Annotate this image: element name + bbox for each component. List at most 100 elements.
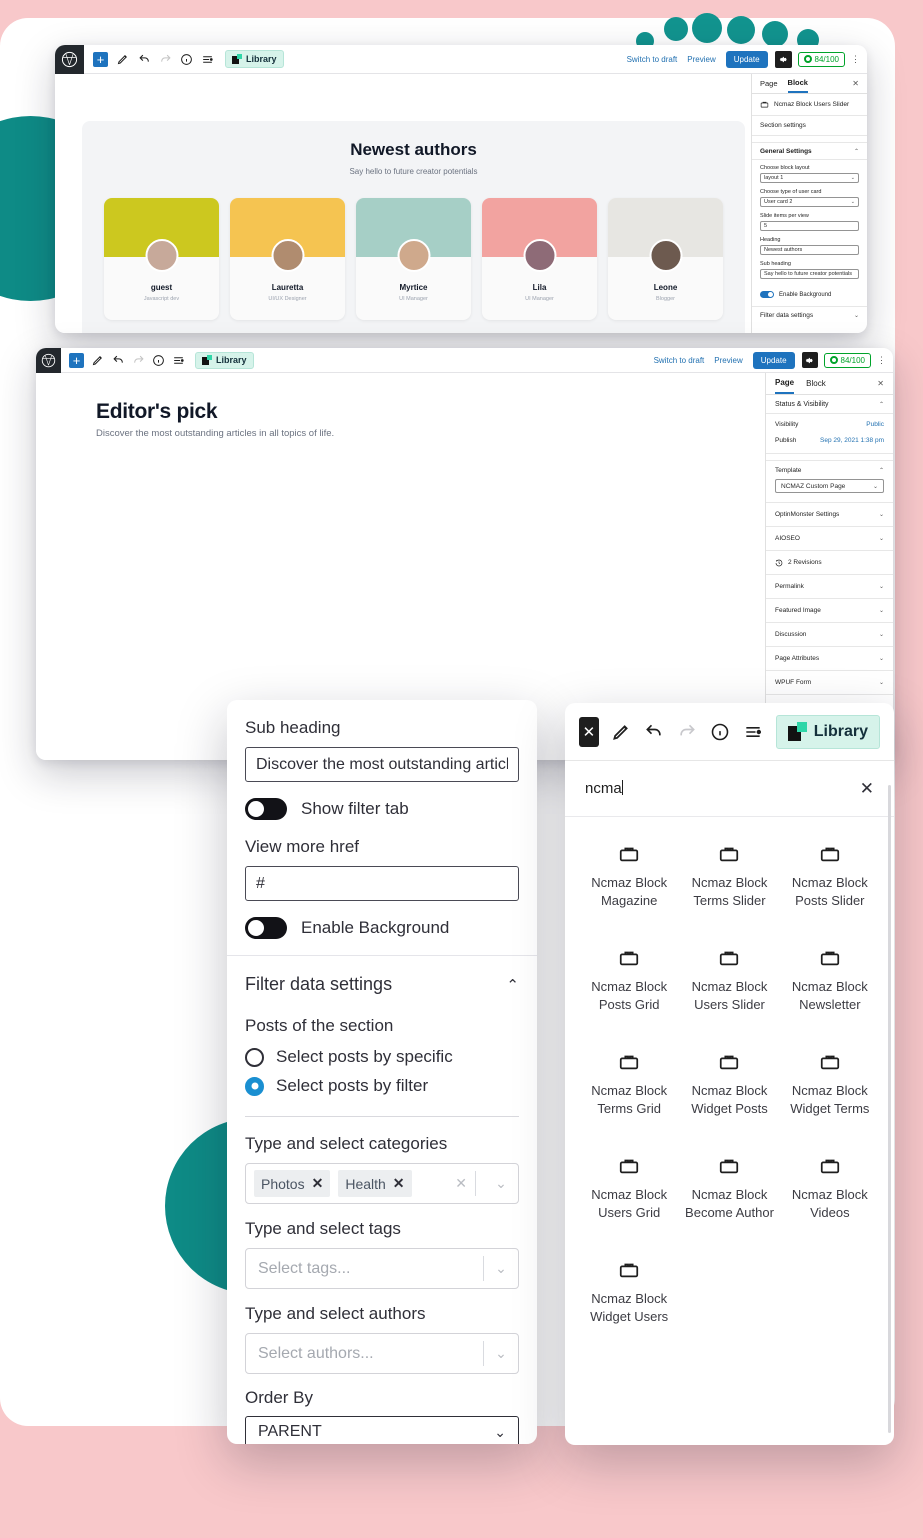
chevron-up-icon[interactable]: ⌃ xyxy=(879,467,884,474)
authors-multiselect[interactable]: Select authors... ⌄ xyxy=(245,1333,519,1374)
chevron-down-icon[interactable]: ⌄ xyxy=(484,1345,518,1362)
search-input[interactable]: ncma xyxy=(585,780,623,797)
block-result-item[interactable]: Ncmaz Block Posts Slider xyxy=(780,843,880,909)
clear-search-icon[interactable]: ✕ xyxy=(860,779,874,799)
template-row[interactable]: Template ⌃ xyxy=(766,460,893,479)
chevron-up-icon[interactable]: ⌃ xyxy=(506,976,519,994)
categories-multiselect[interactable]: Photos ✕ Health ✕ ✕ ⌄ xyxy=(245,1163,519,1204)
tab-block[interactable]: Block xyxy=(806,374,826,393)
author-card[interactable]: Myrtice UI Manager xyxy=(356,198,471,320)
view-more-href-input[interactable]: # xyxy=(245,866,519,901)
library-button[interactable]: Library xyxy=(775,714,880,749)
author-card[interactable]: Lila UI Manager xyxy=(482,198,597,320)
undo-icon[interactable] xyxy=(136,51,153,68)
chevron-down-icon[interactable]: ⌄ xyxy=(879,655,884,662)
chevron-down-icon[interactable]: ⌄ xyxy=(879,583,884,590)
update-button[interactable]: Update xyxy=(725,50,768,68)
tags-multiselect[interactable]: Select tags... ⌄ xyxy=(245,1248,519,1289)
sidebar-panel-row[interactable]: AIOSEO ⌄ xyxy=(766,527,893,551)
chevron-up-icon[interactable]: ⌃ xyxy=(879,401,884,408)
pencil-icon[interactable] xyxy=(114,51,131,68)
enable-background-toggle[interactable] xyxy=(760,291,774,298)
block-result-item[interactable]: Ncmaz Block Widget Users xyxy=(579,1259,679,1325)
seo-score-badge[interactable]: 84/100 xyxy=(797,51,845,67)
remove-chip-icon[interactable]: ✕ xyxy=(312,1175,324,1192)
enable-background-row[interactable]: Enable Background xyxy=(245,917,519,939)
publish-row[interactable]: Publish Sep 29, 2021 1:38 pm xyxy=(766,428,893,454)
field-input[interactable]: Say hello to future creator potentials xyxy=(760,269,859,279)
chevron-down-icon[interactable]: ⌄ xyxy=(879,679,884,686)
wordpress-icon[interactable] xyxy=(36,348,61,373)
wordpress-icon[interactable] xyxy=(55,45,84,74)
radio-icon-selected[interactable] xyxy=(245,1076,264,1096)
sidebar-panel-row[interactable]: 2 Revisions xyxy=(766,551,893,575)
chevron-down-icon[interactable]: ⌄ xyxy=(879,511,884,518)
radio-select-posts-by-specific[interactable]: Select posts by specific xyxy=(245,1047,519,1067)
category-chip[interactable]: Photos ✕ xyxy=(254,1170,331,1197)
enable-background-row[interactable]: Enable Background xyxy=(752,285,867,298)
general-settings-row[interactable]: General Settings ⌃ xyxy=(752,142,867,160)
radio-icon[interactable] xyxy=(245,1047,264,1067)
preview-link[interactable]: Preview xyxy=(687,55,715,64)
sidebar-panel-row[interactable]: Discussion ⌄ xyxy=(766,623,893,647)
block-result-item[interactable]: Ncmaz Block Newsletter xyxy=(780,947,880,1013)
field-input[interactable]: User card 2 ⌄ xyxy=(760,197,859,207)
visibility-value[interactable]: Public xyxy=(866,421,884,428)
library-button[interactable]: Library xyxy=(225,50,284,68)
field-input[interactable]: Newest authors xyxy=(760,245,859,255)
scrollbar-thumb[interactable] xyxy=(888,785,891,1433)
block-result-item[interactable]: Ncmaz Block Widget Terms xyxy=(780,1051,880,1117)
sidebar-panel-row[interactable]: Featured Image ⌄ xyxy=(766,599,893,623)
sidebar-panel-row[interactable]: Page Attributes ⌄ xyxy=(766,647,893,671)
clear-all-icon[interactable]: ✕ xyxy=(455,1175,467,1192)
show-filter-tab-row[interactable]: Show filter tab xyxy=(245,798,519,820)
status-visibility-row[interactable]: Status & Visibility ⌃ xyxy=(766,395,893,414)
block-result-item[interactable]: Ncmaz Block Widget Posts xyxy=(679,1051,779,1117)
undo-icon[interactable] xyxy=(110,352,127,369)
filter-data-settings-row[interactable]: Filter data settings ⌄ xyxy=(752,306,867,324)
block-result-item[interactable]: Ncmaz Block Users Grid xyxy=(579,1155,679,1221)
chevron-down-icon[interactable]: ⌄ xyxy=(484,1260,518,1277)
chevron-down-icon[interactable]: ⌄ xyxy=(879,631,884,638)
order-by-select[interactable]: PARENT ⌄ xyxy=(245,1416,519,1444)
tab-page[interactable]: Page xyxy=(775,373,795,394)
sub-heading-input[interactable]: Discover the most outstanding articles i… xyxy=(245,747,519,782)
chevron-up-icon[interactable]: ⌃ xyxy=(854,148,859,155)
author-card[interactable]: Leone Blogger xyxy=(608,198,723,320)
enable-background-toggle[interactable] xyxy=(245,917,287,939)
add-block-button[interactable]: + xyxy=(93,51,108,67)
pencil-icon[interactable] xyxy=(89,352,106,369)
undo-icon[interactable] xyxy=(644,722,664,742)
more-options-icon[interactable]: ⋮ xyxy=(851,54,860,63)
list-view-icon[interactable] xyxy=(199,51,216,68)
gear-icon[interactable] xyxy=(774,50,792,68)
update-button[interactable]: Update xyxy=(752,351,795,369)
list-view-icon[interactable] xyxy=(743,722,763,742)
sidebar-panel-row[interactable]: OptinMonster Settings ⌄ xyxy=(766,503,893,527)
seo-score-badge[interactable]: 84/100 xyxy=(823,352,871,368)
switch-to-draft-link[interactable]: Switch to draft xyxy=(627,55,678,64)
section-settings-row[interactable]: Section settings xyxy=(752,116,867,136)
close-icon[interactable]: ✕ xyxy=(852,79,859,88)
gear-icon[interactable] xyxy=(801,352,818,368)
block-result-item[interactable]: Ncmaz Block Become Author xyxy=(679,1155,779,1221)
close-icon[interactable]: ✕ xyxy=(877,379,884,388)
block-result-item[interactable]: Ncmaz Block Terms Grid xyxy=(579,1051,679,1117)
more-options-icon[interactable]: ⋮ xyxy=(877,355,886,364)
info-icon[interactable] xyxy=(178,51,195,68)
chevron-down-icon[interactable]: ⌄ xyxy=(854,312,859,319)
pencil-icon[interactable] xyxy=(612,722,631,741)
block-result-item[interactable]: Ncmaz Block Magazine xyxy=(579,843,679,909)
list-view-icon[interactable] xyxy=(170,352,187,369)
block-result-item[interactable]: Ncmaz Block Posts Grid xyxy=(579,947,679,1013)
field-input[interactable]: 5 xyxy=(760,221,859,231)
show-filter-tab-toggle[interactable] xyxy=(245,798,287,820)
add-block-button[interactable]: + xyxy=(69,352,84,368)
remove-chip-icon[interactable]: ✕ xyxy=(393,1175,405,1192)
visibility-row[interactable]: Visibility Public xyxy=(766,414,893,428)
author-card[interactable]: Lauretta UI/UX Designer xyxy=(230,198,345,320)
publish-value[interactable]: Sep 29, 2021 1:38 pm xyxy=(820,437,884,444)
template-select[interactable]: NCMAZ Custom Page ⌄ xyxy=(775,479,884,493)
chevron-down-icon[interactable]: ⌄ xyxy=(484,1175,518,1192)
chevron-down-icon[interactable]: ⌄ xyxy=(879,535,884,542)
